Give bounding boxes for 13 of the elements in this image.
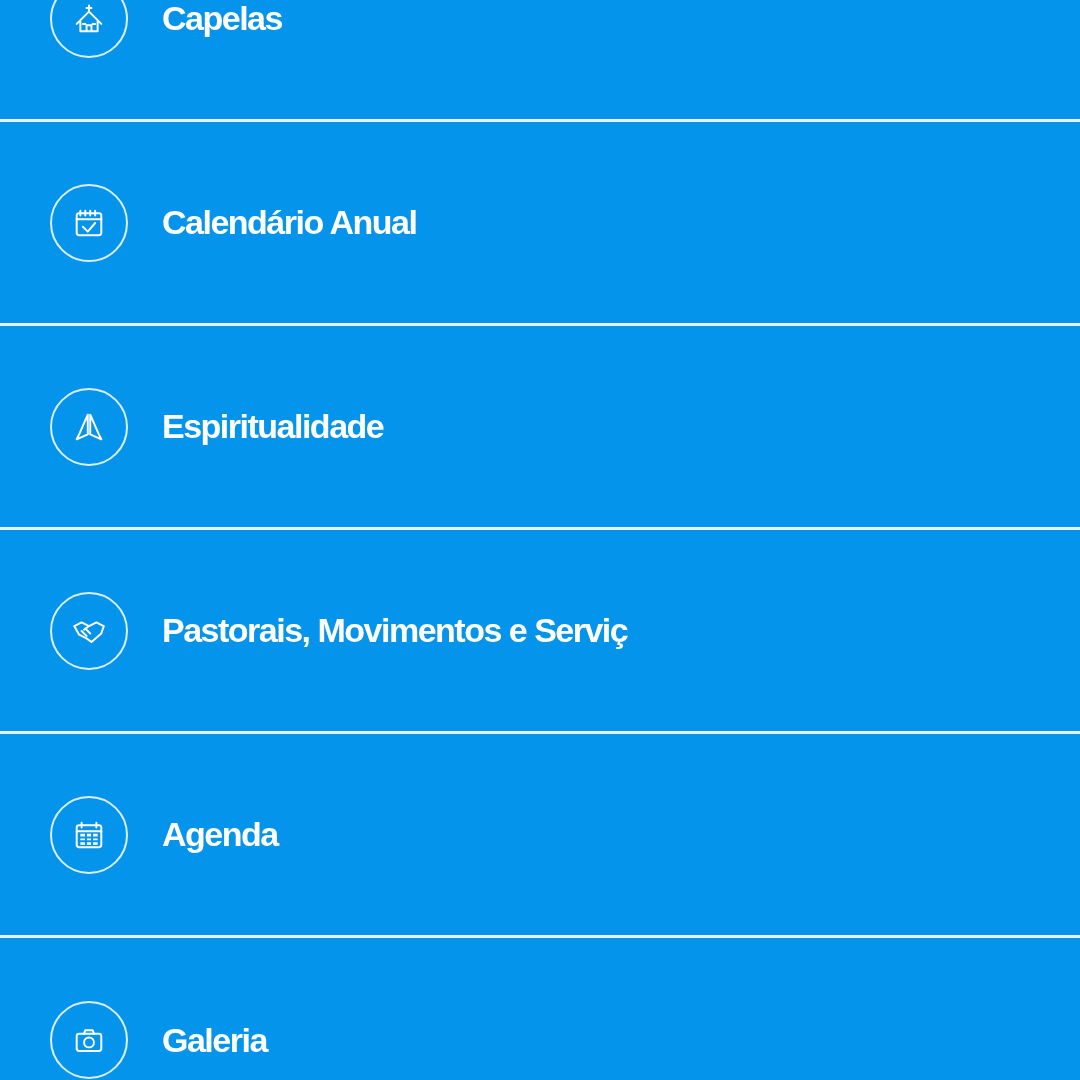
menu-item-label: Galeria: [162, 1020, 267, 1060]
menu-item[interactable]: Calendário Anual: [0, 122, 1080, 326]
menu-item[interactable]: Espiritualidade: [0, 326, 1080, 530]
menu-item-label: Espiritualidade: [162, 407, 384, 446]
chapel-icon: [73, 2, 105, 35]
menu-item[interactable]: Galeria: [0, 938, 1080, 1080]
menu-item-label: Capelas: [162, 0, 282, 38]
menu-item[interactable]: Capelas: [0, 0, 1080, 122]
menu-item[interactable]: Pastorais, Movimentos e Serviç: [0, 530, 1080, 734]
menu-item-label: Agenda: [162, 815, 278, 854]
menu-item-label: Pastorais, Movimentos e Serviç: [162, 611, 628, 650]
menu-item[interactable]: Agenda: [0, 734, 1080, 938]
menu-item-label: Calendário Anual: [162, 203, 417, 242]
